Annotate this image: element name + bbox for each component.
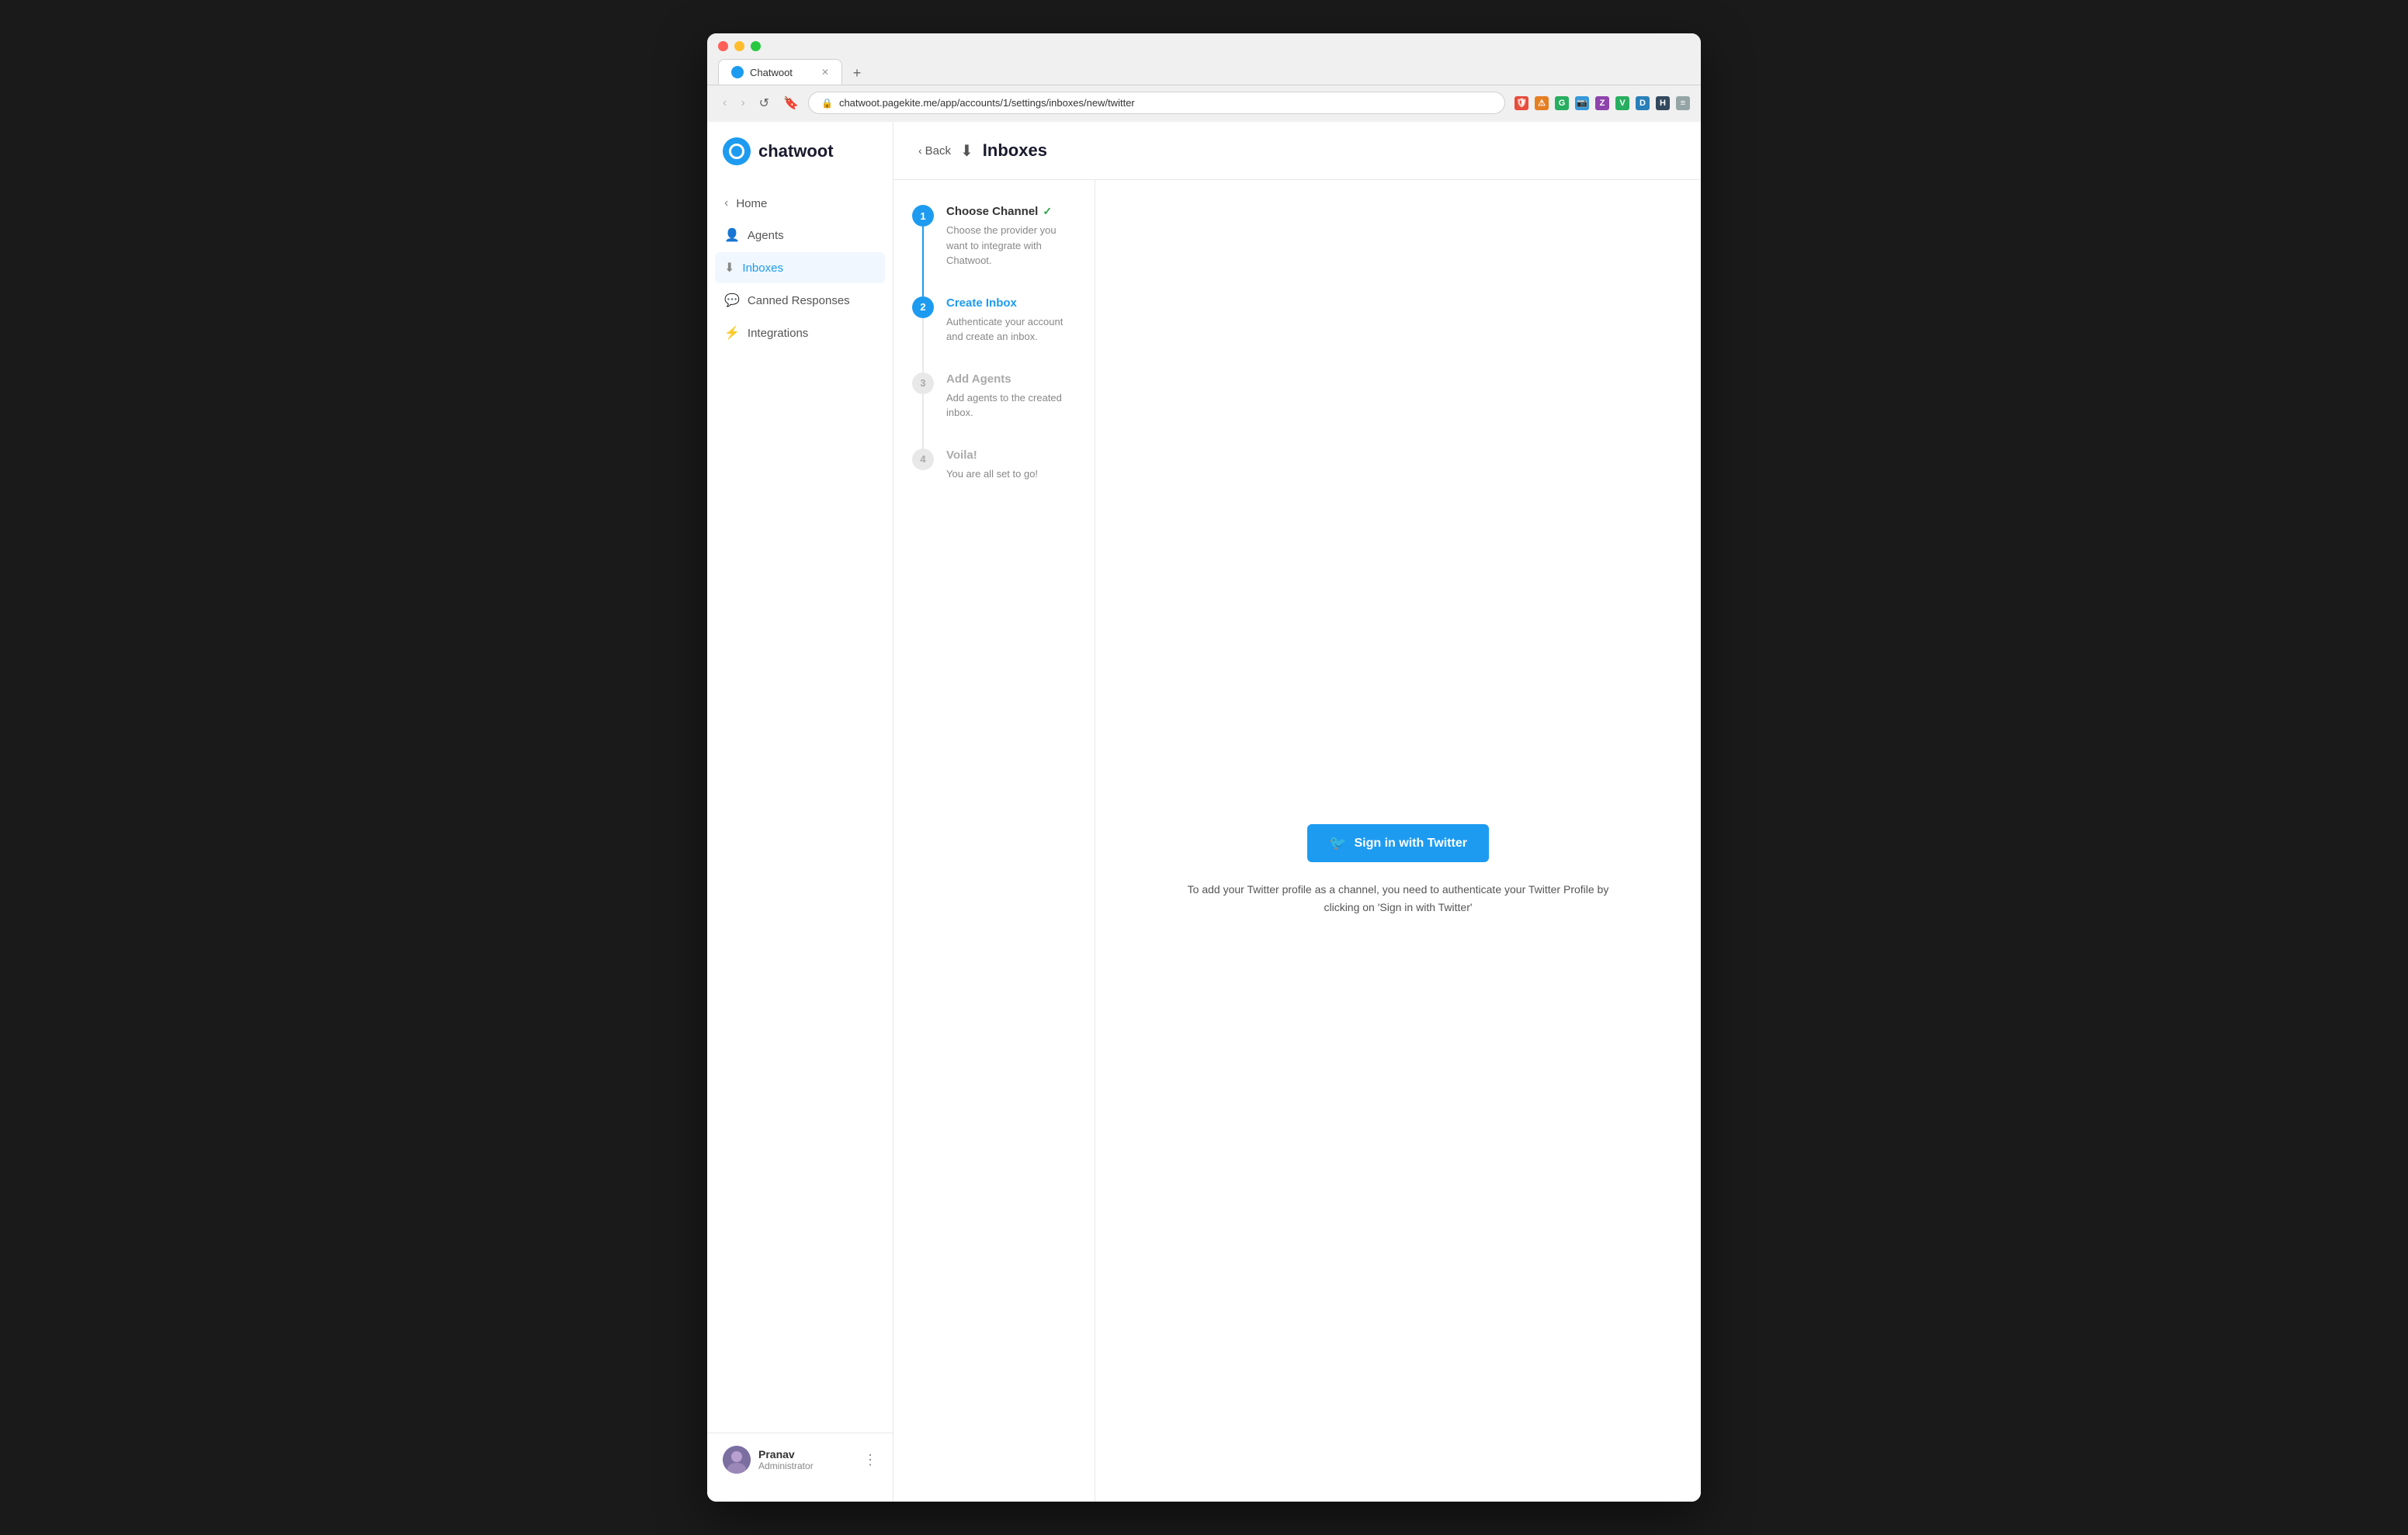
maximize-button[interactable] xyxy=(751,41,761,51)
step-4-content: Voila! You are all set to go! xyxy=(946,449,1038,510)
canned-responses-icon: 💬 xyxy=(724,293,740,308)
steps-content-layout: 1 Choose Channel ✓ Choose the provider y… xyxy=(893,180,1701,1502)
user-menu-button[interactable]: ⋮ xyxy=(863,1452,877,1468)
url-text: chatwoot.pagekite.me/app/accounts/1/sett… xyxy=(839,97,1135,109)
logo-inner-circle xyxy=(729,144,744,159)
back-link[interactable]: ‹ Back xyxy=(918,144,951,158)
browser-window: Chatwoot ✕ + ‹ › ↺ 🔖 🔒 chatwoot.pagekite… xyxy=(707,33,1701,1502)
avatar xyxy=(723,1446,751,1474)
url-field[interactable]: 🔒 chatwoot.pagekite.me/app/accounts/1/se… xyxy=(808,92,1505,114)
step-1-title: Choose Channel ✓ xyxy=(946,205,1076,218)
twitter-bird-icon: 🐦 xyxy=(1329,835,1346,851)
browser-extensions: 🛡 ⚠ G 📷 Z V D H ≡ xyxy=(1515,96,1690,110)
step-2-desc: Authenticate your account and create an … xyxy=(946,314,1076,345)
browser-chrome: Chatwoot ✕ + xyxy=(707,33,1701,85)
tab-favicon xyxy=(731,66,744,78)
sidebar-item-label-canned-responses: Canned Responses xyxy=(748,294,850,307)
back-nav-button[interactable]: ‹ xyxy=(718,95,731,112)
close-button[interactable] xyxy=(718,41,728,51)
step-3-title: Add Agents xyxy=(946,372,1076,386)
inboxes-icon: ⬇ xyxy=(724,260,734,275)
step-4: 4 Voila! You are all set to go! xyxy=(912,449,1076,510)
nav-buttons: ‹ › ↺ xyxy=(718,94,774,113)
step-4-desc: You are all set to go! xyxy=(946,466,1038,482)
twitter-help-text: To add your Twitter profile as a channel… xyxy=(1173,881,1623,916)
sidebar-item-inboxes[interactable]: ⬇ Inboxes xyxy=(715,252,885,283)
traffic-lights xyxy=(718,41,1690,51)
sign-in-twitter-label: Sign in with Twitter xyxy=(1354,837,1466,851)
tab-close-button[interactable]: ✕ xyxy=(821,67,829,78)
step-3-content: Add Agents Add agents to the created inb… xyxy=(946,372,1076,449)
inboxes-header-icon: ⬇ xyxy=(960,141,973,161)
steps-panel: 1 Choose Channel ✓ Choose the provider y… xyxy=(893,180,1095,1502)
sidebar-item-canned-responses[interactable]: 💬 Canned Responses xyxy=(715,285,885,316)
logo-text: chatwoot xyxy=(758,141,834,161)
integrations-icon: ⚡ xyxy=(724,325,740,341)
twitter-content: 🐦 Sign in with Twitter To add your Twitt… xyxy=(1095,180,1701,1502)
ext-icon-d[interactable]: D xyxy=(1636,96,1650,110)
user-role: Administrator xyxy=(758,1461,855,1471)
page-header: ‹ Back ⬇ Inboxes xyxy=(893,122,1701,180)
step-2-content: Create Inbox Authenticate your account a… xyxy=(946,296,1076,372)
step-3-line xyxy=(922,394,924,449)
step-3-number: 3 xyxy=(912,372,934,394)
sidebar-item-home[interactable]: ‹ Home xyxy=(715,189,885,218)
agents-icon: 👤 xyxy=(724,227,740,243)
sidebar: chatwoot ‹ Home 👤 Agents ⬇ Inboxes 💬 Can xyxy=(707,122,893,1502)
ext-icon-alert[interactable]: ⚠ xyxy=(1535,96,1549,110)
sidebar-item-label-agents: Agents xyxy=(748,229,784,242)
step-1-number: 1 xyxy=(912,205,934,227)
ext-icon-menu[interactable]: ≡ xyxy=(1676,96,1690,110)
step-4-number: 4 xyxy=(912,449,934,470)
sidebar-item-integrations[interactable]: ⚡ Integrations xyxy=(715,317,885,348)
user-area: Pranav Administrator ⋮ xyxy=(707,1433,893,1486)
main-content: ‹ Back ⬇ Inboxes 1 xyxy=(893,122,1701,1502)
logo-area: chatwoot xyxy=(707,137,893,189)
user-name: Pranav xyxy=(758,1448,855,1461)
step-2: 2 Create Inbox Authenticate your account… xyxy=(912,296,1076,372)
forward-nav-button[interactable]: › xyxy=(736,95,749,112)
new-tab-button[interactable]: + xyxy=(845,61,869,85)
bookmark-icon[interactable]: 🔖 xyxy=(783,95,799,111)
ext-icon-z[interactable]: Z xyxy=(1595,96,1609,110)
page-title: Inboxes xyxy=(983,140,1047,161)
step-2-number: 2 xyxy=(912,296,934,318)
step-4-title: Voila! xyxy=(946,449,1038,462)
step-3-desc: Add agents to the created inbox. xyxy=(946,390,1076,421)
step-1-content: Choose Channel ✓ Choose the provider you… xyxy=(946,205,1076,296)
browser-tab[interactable]: Chatwoot ✕ xyxy=(718,59,842,85)
refresh-nav-button[interactable]: ↺ xyxy=(755,94,774,113)
minimize-button[interactable] xyxy=(734,41,744,51)
tab-bar: Chatwoot ✕ + xyxy=(718,59,1690,85)
sidebar-item-agents[interactable]: 👤 Agents xyxy=(715,220,885,251)
step-3: 3 Add Agents Add agents to the created i… xyxy=(912,372,1076,449)
step-1-desc: Choose the provider you want to integrat… xyxy=(946,223,1076,269)
sidebar-item-label-home: Home xyxy=(736,197,767,210)
step-2-line xyxy=(922,318,924,372)
step-1: 1 Choose Channel ✓ Choose the provider y… xyxy=(912,205,1076,296)
step-2-title: Create Inbox xyxy=(946,296,1076,310)
ext-icon-g[interactable]: G xyxy=(1555,96,1569,110)
logo-icon xyxy=(723,137,751,165)
step-1-check-icon: ✓ xyxy=(1043,205,1052,218)
tab-title: Chatwoot xyxy=(750,67,793,78)
lock-icon: 🔒 xyxy=(821,98,833,109)
home-icon: ‹ xyxy=(724,196,728,210)
sidebar-item-label-integrations: Integrations xyxy=(748,327,808,340)
back-arrow-icon: ‹ xyxy=(918,144,922,157)
ext-icon-cam[interactable]: 📷 xyxy=(1575,96,1589,110)
ext-icon-h[interactable]: H xyxy=(1656,96,1670,110)
address-bar: ‹ › ↺ 🔖 🔒 chatwoot.pagekite.me/app/accou… xyxy=(707,85,1701,122)
sidebar-item-label-inboxes: Inboxes xyxy=(742,262,783,275)
ext-icon-shield[interactable]: 🛡 xyxy=(1515,96,1528,110)
step-1-line xyxy=(922,227,924,296)
user-info: Pranav Administrator xyxy=(758,1448,855,1471)
sign-in-twitter-button[interactable]: 🐦 Sign in with Twitter xyxy=(1307,824,1489,862)
app-layout: chatwoot ‹ Home 👤 Agents ⬇ Inboxes 💬 Can xyxy=(707,122,1701,1502)
back-link-label: Back xyxy=(925,144,951,158)
ext-icon-v[interactable]: V xyxy=(1615,96,1629,110)
sidebar-nav: ‹ Home 👤 Agents ⬇ Inboxes 💬 Canned Respo… xyxy=(707,189,893,1433)
